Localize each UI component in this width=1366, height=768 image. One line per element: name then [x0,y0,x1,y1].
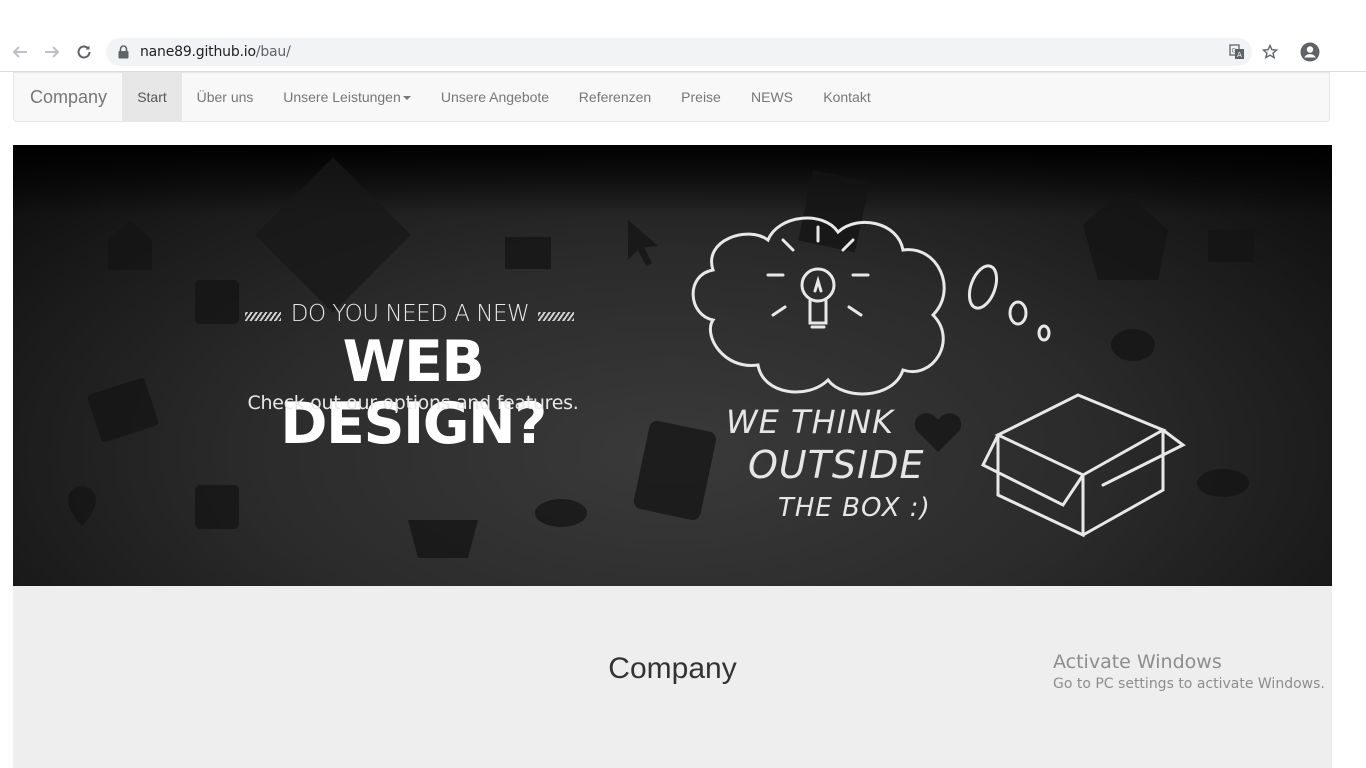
address-bar[interactable]: nane89.github.io/bau/ AG [106,38,1278,66]
caret-down-icon [402,96,411,101]
chalk-text-outside: OUTSIDE [748,443,925,487]
nav-item-start[interactable]: Start [122,73,182,121]
url-host: nane89.github.io [140,44,256,60]
nav-item-label: Start [137,89,167,105]
nav-item-kontakt[interactable]: Kontakt [808,73,886,121]
site-navbar: Company Start Über uns Unsere Leistungen… [13,72,1330,122]
svg-text:A: A [1237,51,1242,59]
nav-item-ueber-uns[interactable]: Über uns [182,73,268,121]
nav-item-news[interactable]: NEWS [736,73,808,121]
nav-item-unsere-leistungen[interactable]: Unsere Leistungen [268,73,426,121]
reload-icon[interactable] [72,40,96,64]
url-path: /bau/ [255,44,291,60]
nav-item-referenzen[interactable]: Referenzen [564,73,666,121]
star-icon[interactable] [1261,43,1279,61]
nav-item-label: Über uns [196,89,254,105]
nav-item-label: Unsere Leistungen [283,89,401,105]
navbar-brand[interactable]: Company [30,87,107,108]
forward-arrow-icon[interactable] [40,40,64,64]
svg-text:G: G [1232,48,1237,55]
nav-item-preise[interactable]: Preise [666,73,736,121]
hero-banner: DO YOU NEED A NEW WEB DESIGN? Check out … [13,145,1332,586]
watermark-title: Activate Windows [1053,651,1222,673]
activate-windows-watermark: Activate Windows Go to PC settings to ac… [1053,651,1325,692]
chalk-text-the-box: THE BOX :) [778,493,931,523]
url-text: nane89.github.io/bau/ [140,44,291,60]
nav-item-label: Preise [681,89,721,105]
nav-item-label: Kontakt [823,89,871,105]
lock-icon [118,45,129,64]
nav-item-unsere-angebote[interactable]: Unsere Angebote [426,73,564,121]
hero-headline-small: DO YOU NEED A NEW [290,301,530,327]
translate-icon[interactable]: AG [1228,43,1246,61]
nav-item-label: Unsere Angebote [440,89,550,105]
watermark-subtitle: Go to PC settings to activate Windows. [1053,676,1325,692]
nav-item-label: NEWS [751,89,793,105]
browser-chrome: nane89.github.io/bau/ AG [0,0,1366,72]
nav-item-label: Referenzen [578,89,652,105]
chalk-text-we-think: WE THINK [726,403,894,441]
hero-subheadline: Check out our options and features. [247,392,579,414]
account-icon[interactable] [1298,40,1322,64]
back-arrow-icon[interactable] [8,40,32,64]
